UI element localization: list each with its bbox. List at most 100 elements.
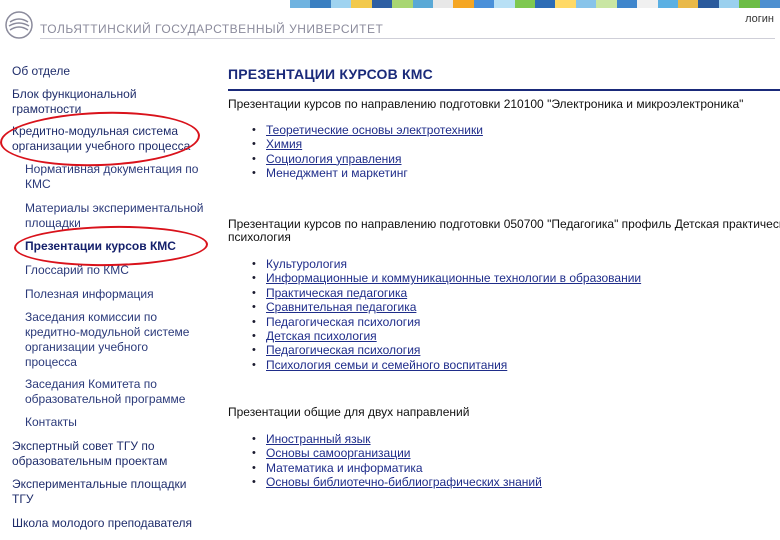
list-item: Педагогическая психология (252, 343, 641, 358)
sidebar-item-label: Экспериментальные площадки (12, 477, 187, 491)
sidebar-item-credit-modular-system[interactable]: Кредитно-модульная система организации у… (12, 124, 190, 154)
course-title: Культурология (266, 257, 348, 271)
course-title: Математика и информатика (266, 460, 423, 475)
list-item: Сравнительная педагогика (252, 300, 641, 315)
mosaic-tile (290, 0, 311, 8)
sidebar-item-young-teacher-school[interactable]: Школа молодого преподавателя (12, 516, 192, 531)
sidebar-item-label: ТГУ (12, 492, 34, 506)
section-heading-text: психология (228, 230, 291, 244)
sidebar-item-about[interactable]: Об отделе (12, 64, 70, 79)
university-logo-icon (5, 11, 33, 39)
mosaic-tile (698, 0, 719, 8)
list-item: Педагогическая психология (252, 314, 641, 330)
sidebar-item-glossary[interactable]: Глоссарий по КМС (25, 263, 129, 278)
mosaic-tile (432, 0, 454, 8)
sidebar-item-label: процесса (25, 355, 77, 369)
sidebar-item-experimental-site[interactable]: Материалы экспериментальной площадки (25, 201, 204, 231)
university-name: ТОЛЬЯТТИНСКИЙ ГОСУДАРСТВЕННЫЙ УНИВЕРСИТЕ… (40, 22, 384, 36)
title-underline (228, 89, 780, 91)
list-item: Социология управления (252, 152, 483, 167)
sidebar-item-contacts[interactable]: Контакты (25, 415, 77, 430)
mosaic-tile (351, 0, 372, 8)
list-item: Культурология (252, 257, 641, 272)
mosaic-tile (371, 0, 393, 8)
sidebar-item-label: грамотности (12, 102, 82, 116)
sidebar-item-regulatory-docs[interactable]: Нормативная документация по КМС (25, 162, 198, 192)
sidebar-item-label: площадки (25, 216, 81, 230)
section-heading-common: Презентации общие для двух направлений (228, 406, 470, 419)
sidebar-item-label: Полезная информация (25, 287, 154, 301)
course-link[interactable]: Психология семьи и семейного воспитания (266, 358, 507, 372)
sidebar-item-label: КМС (25, 177, 51, 191)
mosaic-tile (637, 0, 658, 8)
mosaic-tile (412, 0, 433, 8)
mosaic-tile (657, 0, 679, 8)
sidebar-item-committee-meetings[interactable]: Заседания Комитета по образовательной пр… (25, 377, 185, 407)
sidebar-item-label: Материалы экспериментальной (25, 201, 204, 215)
course-list-common: Иностранный язык Основы самоорганизации … (252, 432, 542, 490)
course-title: Менеджмент и маркетинг (266, 166, 408, 181)
course-link[interactable]: Основы самоорганизации (266, 446, 411, 460)
course-list-electronics: Теоретические основы электротехники Хими… (252, 123, 483, 181)
list-item: Информационные и коммуникационные технол… (252, 271, 641, 286)
list-item: Основы самоорганизации (252, 446, 542, 461)
mosaic-tile (555, 0, 576, 8)
sidebar-item-functional-literacy[interactable]: Блок функциональной грамотности (12, 87, 137, 117)
mosaic-tile (514, 0, 536, 8)
sidebar-item-expert-council[interactable]: Экспертный совет ТГУ по образовательным … (12, 439, 167, 469)
list-item: Иностранный язык (252, 432, 542, 447)
sidebar-item-label: Презентации курсов КМС (25, 239, 176, 253)
course-link[interactable]: Химия (266, 137, 302, 151)
list-item: Теоретические основы электротехники (252, 123, 483, 138)
mosaic-tile (575, 0, 597, 8)
mosaic-tile (759, 0, 780, 8)
mosaic-tile (494, 0, 515, 8)
list-item: Психология семьи и семейного воспитания (252, 358, 641, 373)
course-list-pedagogy: Культурология Информационные и коммуника… (252, 257, 641, 373)
mosaic-tile (330, 0, 352, 8)
list-item: Химия (252, 137, 483, 152)
mosaic-tile (453, 0, 474, 8)
mosaic-tile (392, 0, 413, 8)
list-item: Менеджмент и маркетинг (252, 166, 483, 181)
login-link[interactable]: логин (745, 13, 774, 25)
section-heading-pedagogy: Презентации курсов по направлению подгот… (228, 218, 780, 244)
course-link[interactable]: Практическая педагогика (266, 286, 407, 300)
page-title: ПРЕЗЕНТАЦИИ КУРСОВ КМС (228, 66, 433, 82)
mosaic-tile (739, 0, 760, 8)
sidebar-item-label: организации учебного процесса (12, 139, 191, 153)
sidebar-item-label: Заседания комиссии по (25, 310, 158, 324)
sidebar-item-label: организации учебного (25, 340, 149, 354)
course-link[interactable]: Иностранный язык (266, 432, 371, 446)
mosaic-tile (718, 0, 740, 8)
sidebar-item-useful-info[interactable]: Полезная информация (25, 287, 154, 302)
sidebar-item-label: Кредитно-модульная система (12, 124, 179, 138)
course-title: Педагогическая психология (266, 314, 421, 329)
site-header: ТОЛЬЯТТИНСКИЙ ГОСУДАРСТВЕННЫЙ УНИВЕРСИТЕ… (0, 0, 780, 50)
course-link[interactable]: Информационные и коммуникационные технол… (266, 271, 641, 285)
sidebar-item-commission-meetings[interactable]: Заседания комиссии по кредитно-модульной… (25, 310, 189, 370)
sidebar-item-label: кредитно-модульной системе (25, 325, 190, 339)
mosaic-tile (596, 0, 617, 8)
mosaic-tile (678, 0, 699, 8)
sidebar-item-label: Школа молодого преподавателя (12, 516, 193, 530)
list-item: Детская психология (252, 329, 641, 344)
list-item: Основы библиотечно-библиографических зна… (252, 475, 542, 490)
sidebar-item-label: Нормативная документация по (25, 162, 199, 176)
sidebar-item-label: Заседания Комитета по (25, 377, 157, 391)
header-divider (40, 38, 775, 39)
course-link[interactable]: Детская психология (266, 329, 377, 343)
mosaic-tile (310, 0, 331, 8)
sidebar-item-label: Блок функциональной (12, 87, 137, 101)
sidebar-item-label: Контакты (25, 415, 77, 429)
course-link[interactable]: Теоретические основы электротехники (266, 123, 483, 137)
course-link[interactable]: Основы библиотечно-библиографических зна… (266, 475, 542, 489)
course-link[interactable]: Социология управления (266, 152, 402, 166)
section-heading-text: Презентации курсов по направлению подгот… (228, 218, 780, 231)
course-link[interactable]: Сравнительная педагогика (266, 300, 416, 314)
mosaic-tile (535, 0, 556, 8)
sidebar-item-label: Экспертный совет ТГУ по (12, 439, 155, 453)
sidebar-item-experimental-sites[interactable]: Экспериментальные площадки ТГУ (12, 477, 186, 507)
course-link[interactable]: Педагогическая психология (266, 343, 420, 357)
sidebar-item-course-presentations[interactable]: Презентации курсов КМС (25, 239, 176, 254)
